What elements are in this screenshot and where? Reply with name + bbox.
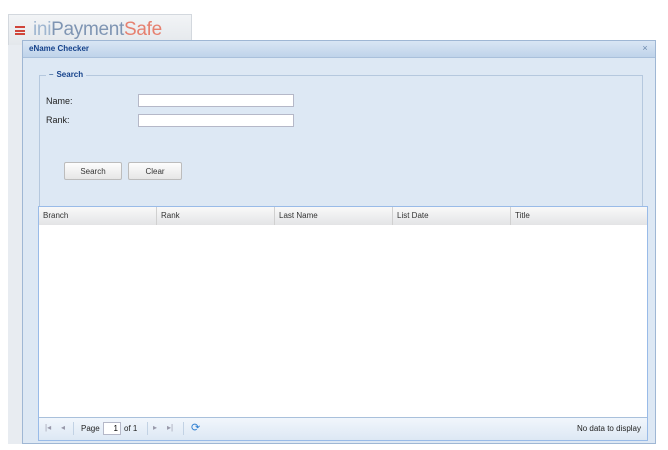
search-legend[interactable]: – Search [46, 70, 87, 79]
column-header-rank[interactable]: Rank [157, 207, 275, 225]
side-rail [8, 44, 23, 444]
paging-toolbar: |◂ ◂ Page of 1 ▸ ▸| ⟳ No data to display [39, 417, 647, 440]
rank-label: Rank: [46, 115, 70, 125]
pager-separator [73, 422, 74, 435]
collapse-toggle-icon[interactable]: – [49, 70, 53, 79]
pager-separator [183, 422, 184, 435]
close-icon[interactable]: × [639, 42, 651, 54]
search-fieldset: – Search Name: Rank: Search Clear [39, 70, 643, 225]
search-legend-label: Search [56, 70, 84, 79]
grid-header: Branch Rank Last Name List Date Title [39, 207, 647, 226]
page-label: Page [81, 424, 100, 433]
last-page-icon[interactable]: ▸| [167, 423, 173, 432]
column-header-list-date[interactable]: List Date [393, 207, 511, 225]
results-grid: Branch Rank Last Name List Date Title |◂… [38, 206, 648, 441]
grid-body [39, 225, 647, 418]
page-total: of 1 [124, 424, 138, 433]
pager-separator [147, 422, 148, 435]
previous-page-icon[interactable]: ◂ [61, 423, 65, 432]
dialog-title: eName Checker [29, 44, 90, 53]
app-logo: iniPaymentSafe [33, 19, 162, 40]
column-header-branch[interactable]: Branch [39, 207, 157, 225]
next-page-icon[interactable]: ▸ [153, 423, 157, 432]
search-button[interactable]: Search [64, 162, 122, 180]
name-label: Name: [46, 96, 73, 106]
name-checker-dialog: eName Checker × – Search Name: Rank: Sear… [22, 40, 656, 444]
name-input[interactable] [138, 94, 294, 107]
rank-input[interactable] [138, 114, 294, 127]
column-header-last-name[interactable]: Last Name [275, 207, 393, 225]
column-header-title[interactable]: Title [511, 207, 647, 225]
clear-button[interactable]: Clear [128, 162, 182, 180]
first-page-icon[interactable]: |◂ [45, 423, 51, 432]
refresh-icon[interactable]: ⟳ [191, 421, 200, 434]
page-number-input[interactable] [103, 422, 121, 435]
empty-message: No data to display [576, 424, 641, 433]
menu-icon[interactable] [15, 26, 25, 35]
dialog-header[interactable]: eName Checker × [23, 41, 655, 58]
